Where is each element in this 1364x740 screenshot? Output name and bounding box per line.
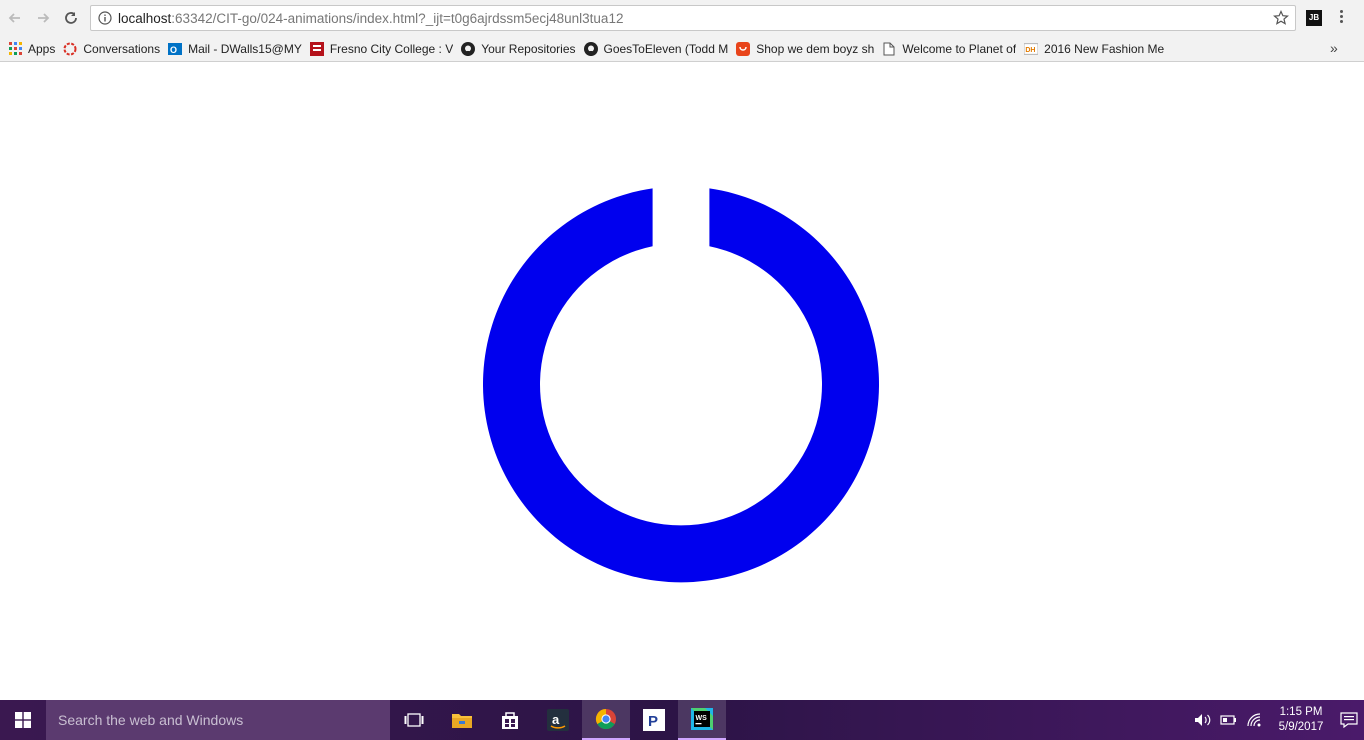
apps-grid-icon [8, 42, 22, 56]
github-icon [461, 41, 476, 56]
bookmark-fresno-city-college[interactable]: Fresno City College : V [309, 39, 454, 59]
bookmark-label: Mail - DWalls15@MY [188, 41, 302, 56]
battery-plug-icon [1220, 715, 1236, 725]
outlook-icon: O [168, 42, 183, 56]
svg-text:O: O [170, 45, 177, 55]
bookmark-label: Shop we dem boyz sh [756, 41, 875, 56]
chrome-button[interactable] [582, 700, 630, 740]
fcc-icon [309, 41, 324, 56]
store-bag-icon [502, 712, 518, 729]
bookmark-label: Welcome to Planet of [902, 41, 1017, 56]
clock-date: 5/9/2017 [1278, 721, 1324, 733]
task-view-icon [404, 713, 424, 727]
taskbar-search-box[interactable]: Search the web and Windows [46, 700, 390, 740]
start-button[interactable] [0, 700, 46, 740]
browser-menu-icon[interactable] [1340, 10, 1344, 26]
shop-icon [736, 41, 751, 56]
bookmark-label: Conversations [83, 41, 161, 56]
dh-icon: DH [1024, 42, 1039, 56]
system-tray: 1:15 PM 5/9/2017 [1190, 700, 1364, 740]
bookmark-label: Fresno City College : V [329, 41, 454, 56]
amazon-icon: a [547, 709, 569, 731]
task-view-button[interactable] [390, 700, 438, 740]
bookmark-conversations[interactable]: Conversations [63, 39, 160, 59]
url-host: localhost [118, 10, 172, 26]
bookmark-label: 2016 New Fashion Me [1044, 41, 1165, 56]
svg-text:WS: WS [696, 715, 708, 722]
svg-text:P: P [648, 713, 658, 730]
bookmark-apps[interactable]: Apps [8, 39, 55, 59]
jetbrains-extension-icon[interactable]: JB [1306, 10, 1322, 26]
back-button[interactable] [2, 5, 28, 31]
conversations-icon [63, 42, 77, 56]
reload-button[interactable] [58, 5, 84, 31]
forward-button[interactable] [30, 5, 56, 31]
svg-text:a: a [552, 712, 560, 727]
ring-arc [483, 188, 879, 583]
windows-logo-icon [15, 712, 31, 728]
wifi-icon [1247, 713, 1261, 727]
amazon-button[interactable]: a [534, 700, 582, 740]
url-path: :63342/CIT-go/024-animations/index.html?… [171, 10, 624, 26]
file-explorer-button[interactable] [438, 700, 486, 740]
info-icon[interactable] [98, 11, 112, 25]
windows-taskbar: Search the web and Windows a P WS 1:15 P… [0, 700, 1364, 740]
clock-time: 1:15 PM [1279, 706, 1323, 718]
bookmark-your-repositories[interactable]: Your Repositories [461, 39, 576, 59]
svg-text:DH: DH [1025, 47, 1035, 54]
chrome-icon [595, 708, 616, 730]
extension-label: JB [1308, 13, 1320, 22]
page-content [0, 62, 1364, 700]
bookmark-label: GoesToEleven (Todd M [603, 41, 729, 56]
webstorm-button[interactable]: WS [678, 700, 726, 740]
back-arrow-icon [8, 13, 20, 23]
webstorm-icon: WS [691, 708, 713, 730]
bookmark-label: Apps [28, 41, 56, 56]
bookmarks-bar: Apps Conversations O Mail - DWalls15@MY … [0, 36, 1364, 62]
pandora-button[interactable]: P [630, 700, 678, 740]
folder-icon [452, 714, 472, 728]
url-text: localhost:63342/CIT-go/024-animations/in… [118, 11, 623, 26]
action-center-button[interactable] [1334, 700, 1364, 740]
forward-arrow-icon [38, 13, 50, 23]
search-placeholder: Search the web and Windows [58, 712, 244, 728]
bookmark-label: Your Repositories [481, 41, 576, 56]
network-button[interactable] [1242, 700, 1268, 740]
speaker-icon [1195, 714, 1211, 726]
power-status-button[interactable] [1216, 700, 1242, 740]
github-icon [583, 41, 598, 56]
volume-button[interactable] [1190, 700, 1216, 740]
bookmark-goestoeleven[interactable]: GoesToEleven (Todd M [583, 39, 729, 59]
reload-icon [65, 12, 77, 24]
page-icon [882, 42, 896, 56]
notification-icon [1340, 712, 1358, 728]
power-ring-graphic [483, 188, 879, 583]
store-button[interactable] [486, 700, 534, 740]
bookmark-fashion[interactable]: DH 2016 New Fashion Me [1024, 39, 1164, 59]
bookmark-star-icon[interactable] [1273, 10, 1289, 26]
bookmark-shop[interactable]: Shop we dem boyz sh [736, 39, 874, 59]
taskbar-clock[interactable]: 1:15 PM 5/9/2017 [1268, 705, 1334, 735]
bookmark-planet[interactable]: Welcome to Planet of [882, 39, 1016, 59]
address-bar[interactable]: localhost:63342/CIT-go/024-animations/in… [90, 5, 1296, 31]
pandora-icon: P [643, 709, 665, 731]
bookmarks-overflow-button[interactable]: » [1330, 40, 1338, 56]
bookmark-mail[interactable]: O Mail - DWalls15@MY [168, 39, 302, 59]
